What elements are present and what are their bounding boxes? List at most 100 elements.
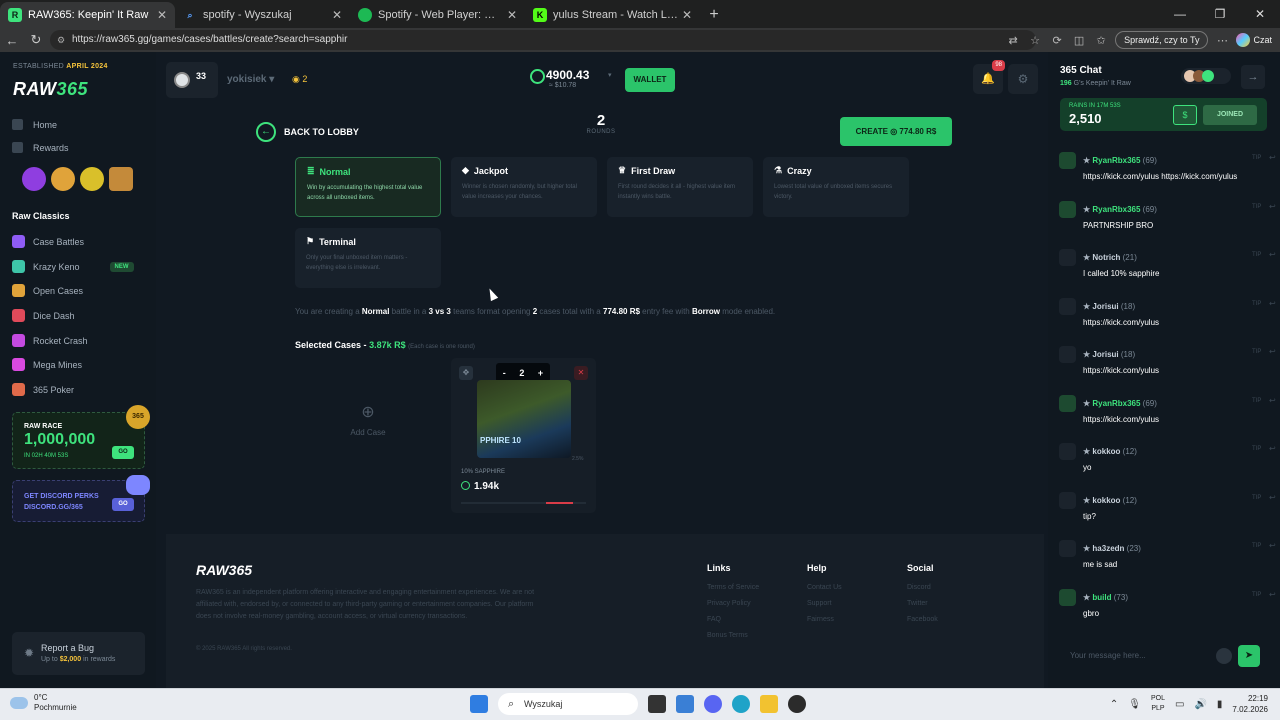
language-indicator[interactable]: POL PLP — [1151, 694, 1165, 714]
close-tab-icon[interactable]: ✕ — [507, 8, 517, 22]
mode-terminal[interactable]: ⚑ Terminal Only your final unboxed item m… — [295, 228, 441, 288]
chat-username[interactable]: ★ Notrich (21) — [1083, 253, 1137, 262]
close-tab-icon[interactable]: ✕ — [157, 8, 167, 22]
sidebar-item-mega-mines[interactable]: Mega Mines — [12, 358, 82, 371]
wallet-button[interactable]: WALLET — [625, 68, 675, 92]
close-tab-icon[interactable]: ✕ — [332, 8, 342, 22]
favorites-icon[interactable]: ✩ — [1093, 34, 1109, 47]
settings-button[interactable]: ⚙ — [1008, 64, 1038, 94]
create-battle-button[interactable]: CREATE ◎ 774.80 R$ — [840, 117, 952, 146]
chat-username[interactable]: ★ Jorisui (18) — [1083, 350, 1135, 359]
avatar[interactable] — [1059, 491, 1076, 509]
mode-first-draw[interactable]: ♕ First Draw First round decides it all -… — [607, 157, 753, 217]
reply-icon[interactable]: ↩ — [1269, 250, 1276, 259]
back-to-lobby-button[interactable]: ← BACK TO LOBBY — [256, 122, 359, 142]
site-logo[interactable]: RAW365 — [13, 79, 88, 100]
footer-link[interactable]: Terms of Service — [707, 584, 759, 591]
promo-wheel-icon[interactable] — [22, 167, 46, 191]
avatar[interactable] — [1059, 152, 1076, 169]
new-tab-button[interactable]: + — [700, 2, 728, 28]
chat-username[interactable]: ★ Jorisui (18) — [1083, 302, 1135, 311]
avatar[interactable] — [1059, 588, 1076, 606]
edge-icon[interactable] — [732, 695, 750, 713]
reply-icon[interactable]: ↩ — [1269, 444, 1276, 453]
avatar[interactable] — [1059, 249, 1076, 266]
task-view-icon[interactable] — [648, 695, 666, 713]
tip-button[interactable]: TIP — [1252, 301, 1261, 307]
steam-icon[interactable] — [788, 695, 806, 713]
promo-chest-icon[interactable] — [109, 167, 133, 191]
reply-icon[interactable]: ↩ — [1269, 347, 1276, 356]
battery-icon[interactable]: ▮ — [1217, 699, 1223, 710]
discord-go-button[interactable]: GO — [112, 498, 134, 511]
avatar[interactable] — [1059, 297, 1076, 315]
balance-display[interactable]: 4900.43 ≈ $10.78 ▾ — [530, 68, 612, 89]
extensions-icon[interactable]: ⟳ — [1049, 34, 1065, 47]
reload-icon[interactable]: ↻ — [24, 32, 48, 48]
drag-handle-icon[interactable]: ✥ — [459, 366, 473, 380]
reply-icon[interactable]: ↩ — [1269, 541, 1276, 550]
tip-button[interactable]: TIP — [1252, 446, 1261, 452]
send-button[interactable]: ➤ — [1238, 645, 1260, 667]
sidebar-item-365-poker[interactable]: 365 Poker — [12, 383, 74, 396]
reply-icon[interactable]: ↩ — [1269, 590, 1276, 599]
tip-button[interactable]: TIP — [1252, 398, 1261, 404]
tab-spotify[interactable]: Spotify - Web Player: Music for ev ✕ — [350, 2, 525, 28]
tab-spotify-search[interactable]: ⌕ spotify - Wyszukaj ✕ — [175, 2, 350, 28]
avatar[interactable] — [1059, 346, 1076, 363]
copilot-button[interactable]: Czat — [1236, 33, 1272, 47]
footer-link[interactable]: Fairness — [807, 616, 842, 623]
chat-username[interactable]: ★ RyanRbx365 (69) — [1083, 399, 1157, 408]
chat-username[interactable]: ★ kokkoo (12) — [1083, 496, 1137, 505]
sidebar-item-case-battles[interactable]: Case Battles — [12, 235, 84, 248]
microphone-icon[interactable]: 🎙 — [1128, 699, 1141, 710]
windows-start-icon[interactable] — [470, 695, 488, 713]
mode-jackpot[interactable]: ◆ Jackpot Winner is chosen randomly, but … — [451, 157, 597, 217]
avatar[interactable] — [1059, 443, 1076, 460]
footer-link[interactable]: Twitter — [907, 600, 938, 607]
mode-normal[interactable]: ≣ Normal Win by accumulating the highest … — [295, 157, 441, 217]
avatar[interactable] — [1059, 200, 1076, 218]
clock[interactable]: 22:19 7.02.2026 — [1232, 693, 1268, 715]
weather-widget[interactable]: 0°C Pochmurnie — [10, 693, 77, 713]
sidebar-item-home[interactable]: Home — [12, 119, 57, 130]
user-level-chip[interactable]: 33 — [166, 62, 218, 98]
decrement-button[interactable]: - — [503, 368, 506, 378]
promo-coin-icon[interactable] — [51, 167, 75, 191]
back-arrow-icon[interactable]: ← — [0, 33, 24, 48]
file-explorer-icon[interactable] — [760, 695, 778, 713]
avatar[interactable] — [1059, 540, 1076, 557]
tip-button[interactable]: TIP — [1252, 495, 1261, 501]
reply-icon[interactable]: ↩ — [1269, 299, 1276, 308]
remove-case-icon[interactable]: ✕ — [574, 366, 588, 380]
chat-username[interactable]: ★ RyanRbx365 (69) — [1083, 205, 1157, 214]
chat-username[interactable]: ★ kokkoo (12) — [1083, 447, 1137, 456]
network-icon[interactable]: ▭ — [1175, 699, 1184, 710]
reply-icon[interactable]: ↩ — [1269, 493, 1276, 502]
tip-button[interactable]: TIP — [1252, 155, 1261, 161]
sidebar-item-dice-dash[interactable]: Dice Dash — [12, 309, 75, 322]
footer-link[interactable]: Privacy Policy — [707, 600, 759, 607]
raw-race-banner[interactable]: 365 RAW RACE 1,000,000 IN 02H 40M 53S GO — [12, 405, 150, 469]
split-screen-icon[interactable]: ◫ — [1071, 34, 1087, 47]
close-tab-icon[interactable]: ✕ — [682, 8, 692, 22]
tab-kick[interactable]: K yulus Stream - Watch Live on Kick ✕ — [525, 2, 700, 28]
footer-link[interactable]: Support — [807, 600, 842, 607]
minimize-icon[interactable]: — — [1160, 0, 1200, 28]
reply-icon[interactable]: ↩ — [1269, 396, 1276, 405]
chat-username[interactable]: ★ ha3zedn (23) — [1083, 544, 1141, 553]
outlook-icon[interactable] — [676, 695, 694, 713]
chat-username[interactable]: ★ RyanRbx365 (69) — [1083, 156, 1157, 165]
profile-check-button[interactable]: Sprawdź, czy to Ty — [1115, 31, 1209, 49]
report-bug-button[interactable]: ✹ Report a Bug Up to $2,000 in rewards — [12, 632, 145, 675]
race-go-button[interactable]: GO — [112, 446, 134, 459]
emoji-icon[interactable] — [1216, 648, 1232, 664]
site-info-icon[interactable]: ⚙ — [57, 30, 65, 50]
chevron-up-icon[interactable]: ⌃ — [1110, 699, 1118, 710]
increment-button[interactable]: + — [538, 368, 543, 378]
tip-button[interactable]: TIP — [1252, 204, 1261, 210]
footer-link[interactable]: FAQ — [707, 616, 759, 623]
tip-button[interactable]: TIP — [1252, 592, 1261, 598]
sidebar-item-rewards[interactable]: Rewards — [12, 142, 69, 153]
sidebar-item-krazy-keno[interactable]: Krazy Keno NEW — [12, 260, 134, 273]
